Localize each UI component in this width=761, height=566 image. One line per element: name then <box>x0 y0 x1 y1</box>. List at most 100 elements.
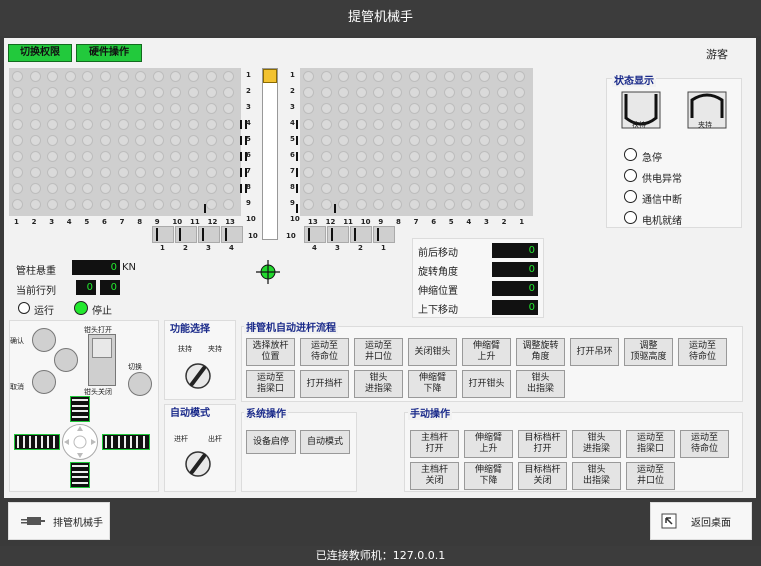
finger-tick <box>296 120 298 129</box>
rack-hole <box>170 103 182 114</box>
left-finger-label: 3 <box>206 244 211 252</box>
manual-ops-button-5[interactable]: 运动至 指梁口 <box>626 430 675 458</box>
dpad-stripe <box>117 436 120 448</box>
center-bottom-left-label: 10 <box>248 232 258 240</box>
rack-hole <box>64 183 76 194</box>
manual-ops-button-3[interactable]: 目标档杆 打开 <box>518 430 567 458</box>
nav-back-desktop-button[interactable]: 返回桌面 <box>650 502 752 540</box>
rack-hole <box>205 151 217 162</box>
stop-label: 停止 <box>92 306 112 317</box>
auto-flow-button-2[interactable]: 运动至 待命位 <box>300 338 349 366</box>
manual-ops-button-4[interactable]: 钳头 出指梁 <box>572 462 621 490</box>
rack-hole <box>117 103 129 114</box>
rack-hole <box>303 71 314 82</box>
rack-hole <box>303 151 314 162</box>
auto-flow-button-6[interactable]: 调整旋转 角度 <box>516 338 565 366</box>
manual-ops-button-2[interactable]: 伸缩臂 上升 <box>464 430 513 458</box>
rack-hole <box>205 103 217 114</box>
dpad-segment[interactable] <box>14 434 60 450</box>
finger-tick <box>296 136 298 145</box>
manual-ops-button-4[interactable]: 钳头 进指梁 <box>572 430 621 458</box>
auto-flow-button-1[interactable]: 选择放杆 位置 <box>246 338 295 366</box>
rack-hole <box>303 199 314 210</box>
right-col-label: 6 <box>431 218 437 226</box>
rack-hole <box>479 71 490 82</box>
auto-flow-button-7[interactable]: 打开吊环 <box>570 338 619 366</box>
cancel-button[interactable] <box>32 370 56 394</box>
left-row-label: 8 <box>246 183 251 191</box>
nav-manipulator-button[interactable]: 排管机械手 <box>8 502 110 540</box>
rack-hole <box>12 71 23 82</box>
rack-hole <box>170 199 182 210</box>
rack-hole <box>355 151 367 162</box>
auto-flow-button-3[interactable]: 运动至 井口位 <box>354 338 403 366</box>
rack-hole <box>152 135 164 146</box>
hardware-operation-button[interactable]: 硬件操作 <box>76 44 142 62</box>
rack-hole <box>64 103 76 114</box>
auto-mode-knob-icon[interactable] <box>184 450 212 478</box>
rack-hole <box>320 71 332 82</box>
switch-button[interactable] <box>128 372 152 396</box>
jaw-toggle-switch[interactable] <box>88 334 116 386</box>
system-ops-title: 系统操作 <box>244 405 288 420</box>
rack-hole <box>117 199 129 210</box>
dpad-stripe <box>17 436 19 448</box>
rack-hole <box>188 151 199 162</box>
right-finger-label: 2 <box>358 244 363 252</box>
finger-box <box>350 226 372 243</box>
dpad-stripe <box>29 436 31 448</box>
auto-flow-button-4[interactable]: 关闭钳头 <box>408 338 457 366</box>
center-button[interactable] <box>54 348 78 372</box>
rack-hole <box>135 119 147 130</box>
dpad-segment[interactable] <box>70 396 90 422</box>
manual-ops-button-2[interactable]: 伸缩臂 下降 <box>464 462 513 490</box>
auto-flow-button-2[interactable]: 打开挡杆 <box>300 370 349 398</box>
manual-ops-button-3[interactable]: 目标档杆 关闭 <box>518 462 567 490</box>
rack-hole <box>188 199 199 210</box>
manual-ops-button-5[interactable]: 运动至 井口位 <box>626 462 675 490</box>
right-row-label: 8 <box>290 183 295 191</box>
auto-flow-button-8[interactable]: 调整 顶驱高度 <box>624 338 673 366</box>
auto-flow-button-5[interactable]: 伸缩臂 上升 <box>462 338 511 366</box>
rack-hole <box>152 151 164 162</box>
updown-value: 0 <box>492 300 538 315</box>
rack-hole <box>82 71 94 82</box>
auto-flow-button-4[interactable]: 伸缩臂 下降 <box>408 370 457 398</box>
rack-hole <box>426 119 438 130</box>
hook-load-unit: KN <box>122 262 137 273</box>
auto-mode-button[interactable]: 自动模式 <box>300 430 350 454</box>
dpad-stripe <box>72 465 88 467</box>
rack-hole <box>514 87 526 98</box>
auto-flow-button-6[interactable]: 钳头 出指梁 <box>516 370 565 398</box>
rack-hole <box>443 71 455 82</box>
auto-flow-button-5[interactable]: 打开钳头 <box>462 370 511 398</box>
device-start-stop-button[interactable]: 设备启停 <box>246 430 296 454</box>
rack-hole <box>47 199 59 210</box>
rack-hole <box>479 119 490 130</box>
dpad-segment[interactable] <box>70 462 90 488</box>
dpad-stripe <box>35 436 37 448</box>
dpad-segment[interactable] <box>102 434 150 450</box>
finger-box <box>373 226 395 243</box>
crosshair-icon <box>256 260 280 284</box>
rack-hole <box>100 103 111 114</box>
rack-hole <box>355 167 367 178</box>
manual-ops-button-6[interactable]: 运动至 待命位 <box>680 430 729 458</box>
manual-ops-button-1[interactable]: 主档杆 关闭 <box>410 462 459 490</box>
function-knob-icon[interactable] <box>184 362 212 390</box>
left-col-label: 3 <box>49 218 55 226</box>
rack-hole <box>117 87 129 98</box>
dpad-stripe <box>41 436 43 448</box>
confirm-button[interactable] <box>32 328 56 352</box>
switch-permission-button[interactable]: 切换权限 <box>8 44 72 62</box>
right-col-label: 1 <box>519 218 525 226</box>
nav-back-desktop-label: 返回桌面 <box>691 517 731 529</box>
current-row-col-label: 当前行列 <box>16 286 56 297</box>
auto-flow-button-9[interactable]: 运动至 待命位 <box>678 338 727 366</box>
auto-flow-button-3[interactable]: 钳头 进指梁 <box>354 370 403 398</box>
rack-hole <box>496 71 508 82</box>
rack-hole <box>408 87 420 98</box>
manual-ops-button-1[interactable]: 主档杆 打开 <box>410 430 459 458</box>
auto-flow-button-1[interactable]: 运动至 指梁口 <box>246 370 295 398</box>
manipulator-position-icon <box>263 69 277 83</box>
